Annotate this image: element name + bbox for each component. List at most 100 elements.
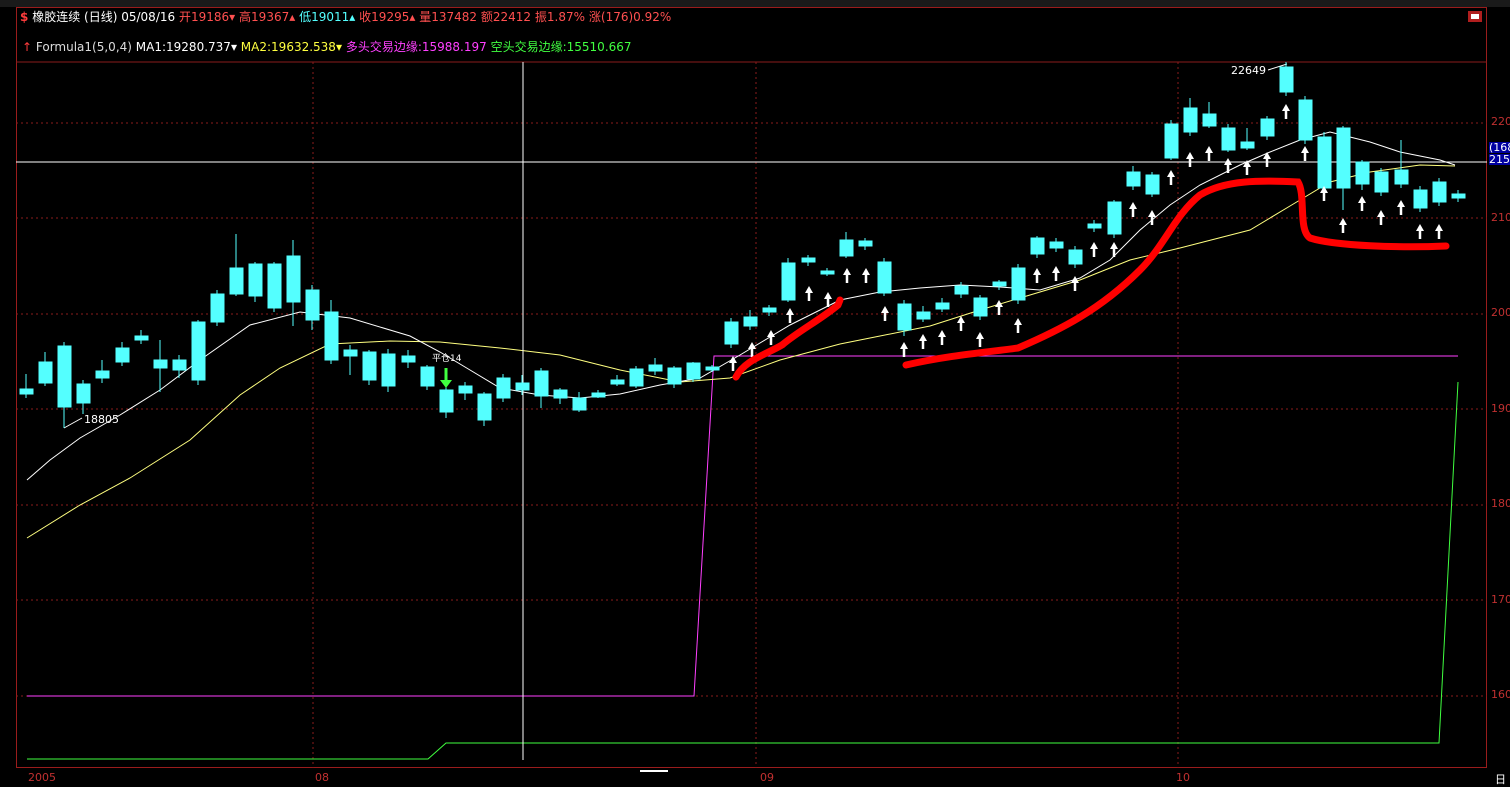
- candle-down: [229, 267, 244, 295]
- candle-down: [973, 297, 988, 317]
- buy-arrow-icon: [1397, 200, 1405, 215]
- ma2-value: 19632.538: [271, 40, 336, 54]
- formula-name[interactable]: Formula1(5,0,4): [36, 40, 132, 54]
- candle-down: [439, 389, 454, 413]
- signal-arrows: [729, 104, 1443, 371]
- candle-down: [1432, 181, 1447, 203]
- candle-down: [362, 351, 377, 381]
- buy-arrow-icon: [729, 356, 737, 371]
- buy-arrow-icon: [1090, 242, 1098, 257]
- candle-down: [839, 239, 854, 257]
- buy-arrow-icon: [1435, 224, 1443, 239]
- corner-chart-icon[interactable]: [1468, 11, 1482, 22]
- volume-value: 137482: [431, 10, 478, 24]
- candle-down: [1317, 136, 1332, 189]
- short-edge-label: 空头交易边缘:: [490, 40, 567, 54]
- candle-down: [1298, 99, 1313, 141]
- candle-down: [1355, 161, 1370, 185]
- candle-down: [134, 335, 149, 341]
- candle-down: [1202, 113, 1217, 127]
- candle-down: [153, 359, 168, 369]
- candle-down: [401, 355, 416, 363]
- candle-down: [1413, 189, 1428, 209]
- candle-down: [1260, 118, 1275, 137]
- candle-down: [1030, 237, 1045, 255]
- candle-down: [610, 379, 625, 385]
- candle-down: [420, 366, 435, 387]
- time-label: 09: [760, 771, 774, 784]
- long-edge-line: [27, 355, 1458, 697]
- price-tick: 160: [1491, 688, 1510, 701]
- cursor-price-top: (168: [1489, 142, 1510, 153]
- amplitude-value: 1.87%: [546, 10, 586, 24]
- candle-down: [572, 397, 587, 411]
- candle-down: [191, 321, 206, 381]
- buy-arrow-icon: [1110, 242, 1118, 257]
- high-value: 19367: [251, 10, 290, 24]
- buy-arrow-icon: [976, 332, 984, 347]
- app-icon[interactable]: $: [20, 10, 28, 24]
- candle-down: [76, 383, 91, 404]
- buy-arrow-icon: [900, 342, 908, 357]
- buy-arrow-icon: [862, 268, 870, 283]
- indicator-header: ↑ Formula1(5,0,4) MA1:19280.737▾ MA2:196…: [22, 39, 632, 55]
- candle-down: [667, 367, 682, 385]
- candle-down: [1164, 123, 1179, 159]
- short-edge-value: 15510.667: [566, 40, 632, 54]
- buy-arrow-icon: [1014, 318, 1022, 333]
- date: 05/08/16: [121, 10, 176, 24]
- candle-down: [1240, 141, 1255, 149]
- ma1-label: MA1:: [135, 40, 167, 54]
- high-label: 高: [239, 10, 252, 24]
- buy-arrow-icon: [1416, 224, 1424, 239]
- candle-down: [1374, 171, 1389, 193]
- down-tick-icon: ▾: [335, 40, 342, 54]
- candlestick-chart[interactable]: [0, 0, 1510, 787]
- period-label[interactable]: 日: [1495, 771, 1506, 787]
- long-edge-value: 15988.197: [421, 40, 487, 54]
- candle-down: [1279, 66, 1294, 93]
- time-label: 08: [315, 771, 329, 784]
- candle-down: [381, 353, 396, 387]
- candle-down: [477, 393, 492, 421]
- high-annotation: 22649: [1231, 64, 1266, 77]
- buy-arrow-icon: [1358, 196, 1366, 211]
- ma2-line: [26, 164, 1456, 539]
- long-edge-label: 多头交易边缘:: [345, 40, 422, 54]
- candle-down: [705, 366, 720, 371]
- buy-arrow-icon: [1186, 152, 1194, 167]
- candle-down: [858, 240, 873, 247]
- red-up-arrow-icon[interactable]: ↑: [22, 40, 32, 54]
- buy-arrow-icon: [957, 316, 965, 331]
- price-tick: 180: [1491, 497, 1510, 510]
- close-signal-label: 平仓14: [432, 354, 462, 364]
- low-annotation: 18805: [84, 413, 119, 426]
- sell-arrow-icon: [440, 368, 452, 388]
- change-value: (176)0.92%: [600, 10, 672, 24]
- buy-arrow-icon: [1377, 210, 1385, 225]
- ma2-label: MA2:: [240, 40, 272, 54]
- grid-lines: [16, 61, 1487, 768]
- buy-arrow-icon: [1129, 202, 1137, 217]
- price-tick: 220: [1491, 115, 1510, 128]
- open-value: 19186: [190, 10, 230, 24]
- cursor-price: 215: [1489, 153, 1510, 166]
- candle-down: [553, 389, 568, 399]
- candle-down: [19, 388, 34, 395]
- price-tick: 200: [1491, 306, 1510, 319]
- candle-down: [1145, 174, 1160, 195]
- change-label: 涨: [588, 10, 601, 24]
- buy-arrow-icon: [786, 308, 794, 323]
- candle-down: [954, 285, 969, 295]
- candle-down: [305, 289, 320, 321]
- red-marker-stroke-2: [902, 177, 1450, 369]
- buy-arrow-icon: [1339, 218, 1347, 233]
- candle-down: [781, 262, 796, 301]
- low-label: 低: [299, 10, 312, 24]
- candle-down: [324, 311, 339, 361]
- low-value: 19011: [311, 10, 350, 24]
- short-edge-line: [27, 381, 1459, 760]
- buy-arrow-icon: [1282, 104, 1290, 119]
- candle-down: [248, 263, 263, 297]
- candle-down: [1011, 267, 1026, 301]
